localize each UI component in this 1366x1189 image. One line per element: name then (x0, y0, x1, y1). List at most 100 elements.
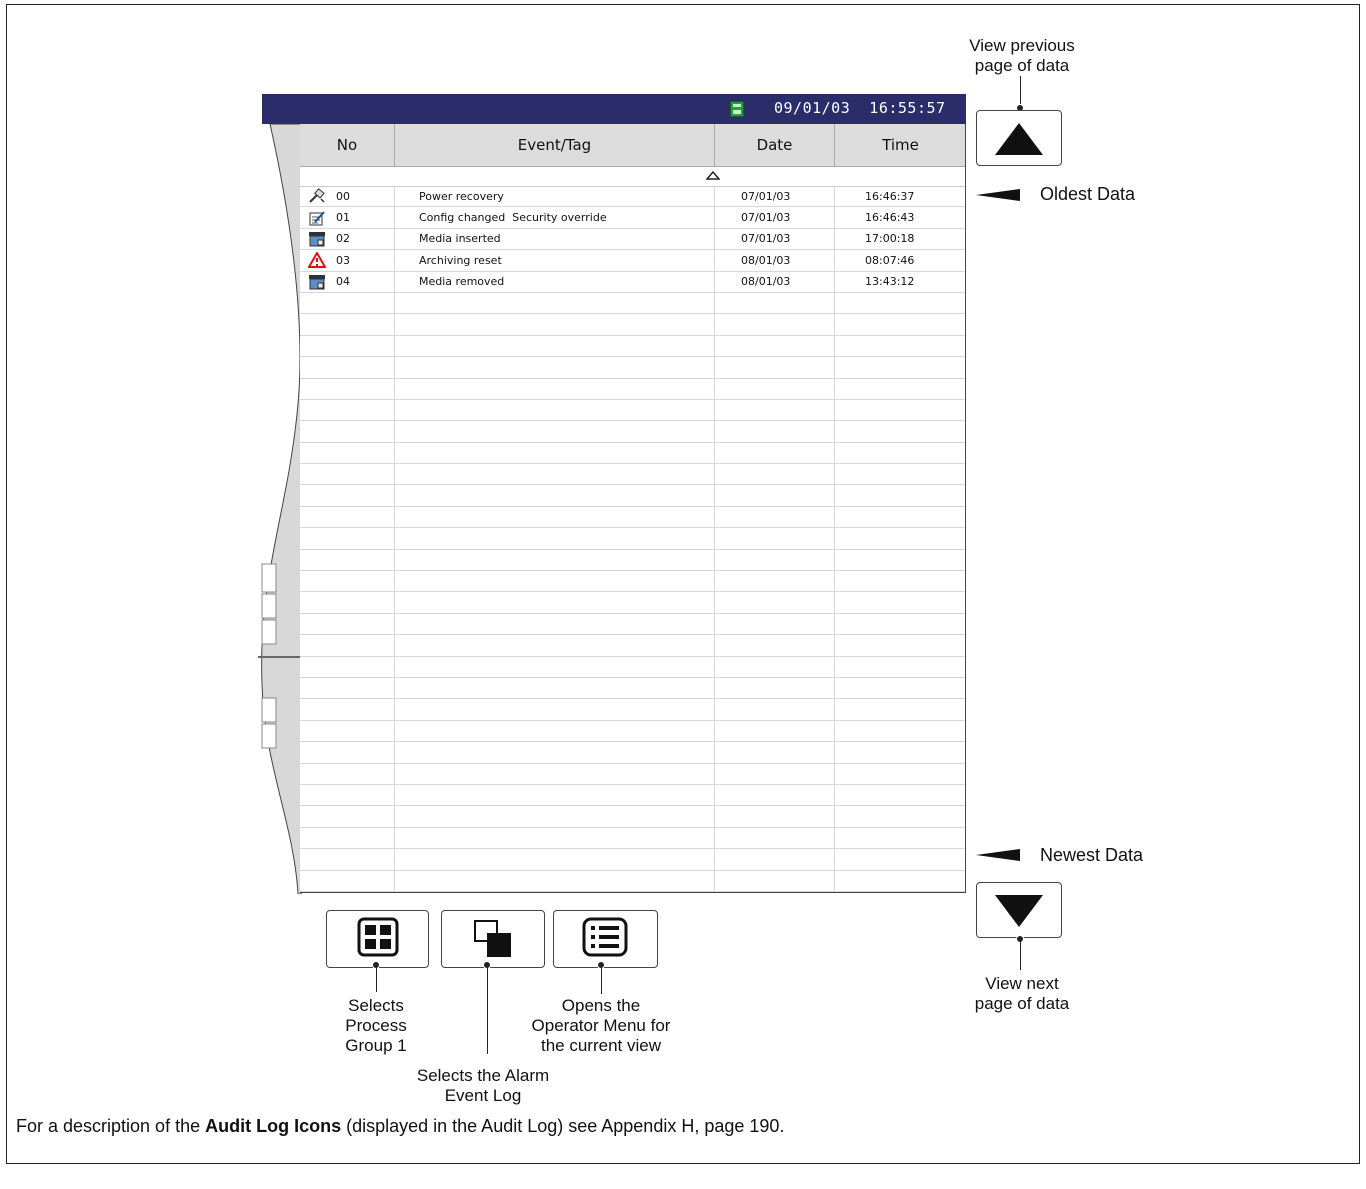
row-event-cell (395, 849, 715, 870)
table-row[interactable] (300, 827, 965, 850)
table-row[interactable] (300, 485, 965, 507)
row-event-cell (395, 399, 715, 421)
row-number-cell (300, 827, 395, 849)
row-number-cell (300, 720, 395, 742)
table-row[interactable] (300, 549, 965, 572)
row-number: 00 (336, 189, 350, 203)
list-menu-icon (582, 917, 628, 957)
row-number-cell (300, 399, 395, 421)
row-time-cell (835, 485, 965, 505)
row-time-cell (835, 336, 965, 356)
process-group-button[interactable] (326, 910, 429, 968)
row-event-cell: Config changed Security override (395, 207, 715, 228)
table-row[interactable] (300, 870, 965, 892)
header-date[interactable]: Date (715, 124, 835, 166)
footer-text: For a description of the (16, 1116, 206, 1136)
table-row[interactable] (300, 677, 965, 700)
row-date-cell (715, 891, 835, 892)
table-row[interactable]: 02 Media inserted 07/01/03 17:00:18 (300, 228, 965, 251)
table-row[interactable]: 04 Media removed 08/01/03 13:43:12 (300, 271, 965, 293)
table-row[interactable] (300, 635, 965, 657)
table-row[interactable] (300, 421, 965, 443)
row-time-cell (835, 357, 965, 377)
table-row[interactable]: 03 Archiving reset 08/01/03 08:07:46 (300, 250, 965, 272)
arrow-up-icon (995, 123, 1043, 155)
page-up-button[interactable] (976, 110, 1062, 166)
row-time: 13:43:12 (865, 275, 915, 289)
table-row[interactable] (300, 699, 965, 721)
row-time: 16:46:37 (865, 189, 915, 203)
header-no[interactable]: No (300, 124, 395, 166)
table-row[interactable] (300, 528, 965, 550)
alarm-event-log-button[interactable] (441, 910, 545, 968)
row-date-cell (715, 592, 835, 613)
row-time-cell (835, 400, 965, 420)
row-event-cell (395, 763, 715, 784)
row-number-cell (300, 485, 395, 506)
table-row[interactable]: 01 Config changed Security override 07/01/… (300, 207, 965, 229)
header-event[interactable]: Event/Tag (395, 124, 715, 166)
table-row[interactable] (300, 378, 965, 400)
table-row[interactable] (300, 891, 965, 892)
media-icon (308, 274, 326, 290)
row-event: Media inserted (419, 232, 501, 246)
table-row[interactable] (300, 656, 965, 678)
operator-menu-button[interactable] (553, 910, 658, 968)
sort-up-icon[interactable] (706, 170, 720, 180)
row-date-cell (715, 485, 835, 506)
table-row[interactable] (300, 571, 965, 593)
row-number-cell: 02 (300, 228, 395, 250)
table-row[interactable] (300, 442, 965, 465)
power-recovery-icon (308, 188, 326, 204)
row-date: 07/01/03 (741, 211, 791, 225)
table-row[interactable]: 00 Power recovery 07/01/03 16:46:37 (300, 186, 965, 208)
page-down-button[interactable] (976, 882, 1062, 938)
row-number-cell (300, 314, 395, 335)
row-number: 04 (336, 275, 350, 289)
row-number-cell (300, 870, 395, 891)
row-number-cell (300, 592, 395, 613)
table-row[interactable] (300, 763, 965, 785)
header-time[interactable]: Time (835, 124, 965, 166)
table-row[interactable] (300, 613, 965, 636)
table-row[interactable] (300, 464, 965, 486)
row-number-cell (300, 506, 395, 528)
table-row[interactable] (300, 592, 965, 614)
row-date-cell (715, 442, 835, 464)
table-row[interactable] (300, 357, 965, 379)
row-time-cell (835, 721, 965, 741)
row-number-cell (300, 677, 395, 699)
row-event-cell (395, 677, 715, 699)
row-date-cell (715, 827, 835, 849)
row-number-cell (300, 763, 395, 784)
row-time-cell: 16:46:37 (835, 186, 965, 206)
table-row[interactable] (300, 742, 965, 764)
process-group-label: Selects Process Group 1 (345, 996, 407, 1055)
row-date-cell (715, 292, 835, 314)
next-page-label: View next page of data (974, 974, 1070, 1013)
row-time-cell (835, 421, 965, 441)
warning-icon (307, 251, 327, 269)
row-time-cell (835, 849, 965, 869)
table-row[interactable] (300, 399, 965, 422)
row-time-cell (835, 550, 965, 570)
operator-menu-leader (601, 966, 602, 994)
table-row[interactable] (300, 806, 965, 828)
table-row[interactable] (300, 292, 965, 315)
table-row[interactable] (300, 784, 965, 807)
table-row[interactable] (300, 314, 965, 336)
media-icon (308, 231, 326, 247)
row-date-cell (715, 613, 835, 635)
config-changed-icon (308, 210, 326, 226)
row-number-cell (300, 806, 395, 827)
row-date-cell (715, 656, 835, 677)
row-time-cell (835, 592, 965, 612)
table-row[interactable] (300, 720, 965, 743)
row-event-cell (395, 699, 715, 720)
table-row[interactable] (300, 506, 965, 529)
row-date-cell (715, 421, 835, 442)
row-date-cell (715, 784, 835, 806)
table-row[interactable] (300, 335, 965, 358)
table-row[interactable] (300, 849, 965, 871)
oldest-data-label: Oldest Data (1040, 184, 1136, 204)
